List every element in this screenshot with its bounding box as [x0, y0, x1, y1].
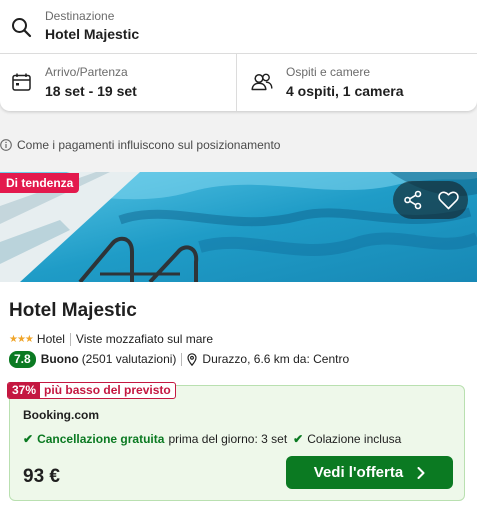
hotel-type: Hotel: [36, 332, 65, 346]
guests-icon: [251, 73, 273, 91]
destination-value: Hotel Majestic: [45, 26, 140, 42]
calendar-icon: [12, 73, 31, 91]
hotel-meta: ★★★ Hotel Viste mozzafiato sul mare: [9, 331, 213, 347]
dates-field[interactable]: Arrivo/Partenza 18 set - 19 set: [0, 54, 237, 111]
rating-word: Buono: [40, 352, 79, 366]
deal-box[interactable]: 37% più basso del previsto Booking.com ✔…: [7, 382, 465, 501]
heart-icon: [437, 190, 459, 209]
hotel-card-body: Hotel Majestic ★★★ Hotel Viste mozzafiat…: [0, 282, 477, 512]
star-rating: ★★★: [9, 333, 34, 345]
info-icon: [0, 139, 12, 151]
view-deal-button[interactable]: Vedi l'offerta: [286, 456, 453, 489]
deal-features: ✔ Cancellazione gratuita prima del giorn…: [23, 431, 401, 447]
destination-field[interactable]: Destinazione Hotel Majestic: [0, 0, 477, 54]
share-button[interactable]: [400, 187, 426, 213]
guests-label: Ospiti e camere: [286, 65, 371, 79]
guests-value: 4 ospiti, 1 camera: [286, 83, 404, 99]
dates-label: Arrivo/Partenza: [45, 65, 128, 79]
location-pin-icon: [187, 352, 198, 366]
rating-count: (2501 valutazioni): [81, 352, 177, 366]
view-deal-label: Vedi l'offerta: [313, 464, 404, 481]
cancellation-detail: prima del giorno: 3 set: [168, 432, 288, 446]
share-icon: [404, 190, 422, 210]
divider: [181, 352, 183, 366]
check-icon: ✔: [293, 432, 304, 446]
trending-badge: Di tendenza: [0, 173, 80, 193]
photo-actions: [393, 181, 468, 219]
dates-value: 18 set - 19 set: [45, 83, 137, 99]
breakfast-included: Colazione inclusa: [307, 432, 402, 446]
ranking-info[interactable]: Come i pagamenti influiscono sul posizio…: [0, 137, 280, 153]
provider-name: Booking.com: [23, 408, 100, 422]
price-drop-text: più basso del previsto: [44, 383, 171, 397]
ranking-info-text: Come i pagamenti influiscono sul posizio…: [17, 138, 281, 152]
hotel-location: Durazzo, 6.6 km da: Centro: [202, 352, 350, 366]
price-drop-badge: 37% più basso del previsto: [7, 382, 176, 399]
guests-field[interactable]: Ospiti e camere 4 ospiti, 1 camera: [238, 54, 477, 111]
divider: [69, 332, 71, 346]
price: 93 €: [23, 466, 60, 487]
rating-row: 7.8 Buono (2501 valutazioni) Durazzo, 6.…: [9, 350, 349, 368]
search-card: Destinazione Hotel Majestic Arrivo/Parte…: [0, 0, 477, 111]
rating-score: 7.8: [9, 350, 36, 368]
chevron-right-icon: [417, 466, 425, 479]
search-icon: [12, 18, 32, 38]
hotel-name[interactable]: Hotel Majestic: [9, 300, 137, 322]
check-icon: ✔: [23, 432, 34, 446]
favorite-button[interactable]: [435, 187, 461, 213]
hotel-tagline: Viste mozzafiato sul mare: [75, 332, 214, 346]
price-drop-percent: 37%: [8, 383, 41, 398]
free-cancellation: Cancellazione gratuita: [37, 432, 165, 446]
destination-label: Destinazione: [45, 9, 115, 23]
